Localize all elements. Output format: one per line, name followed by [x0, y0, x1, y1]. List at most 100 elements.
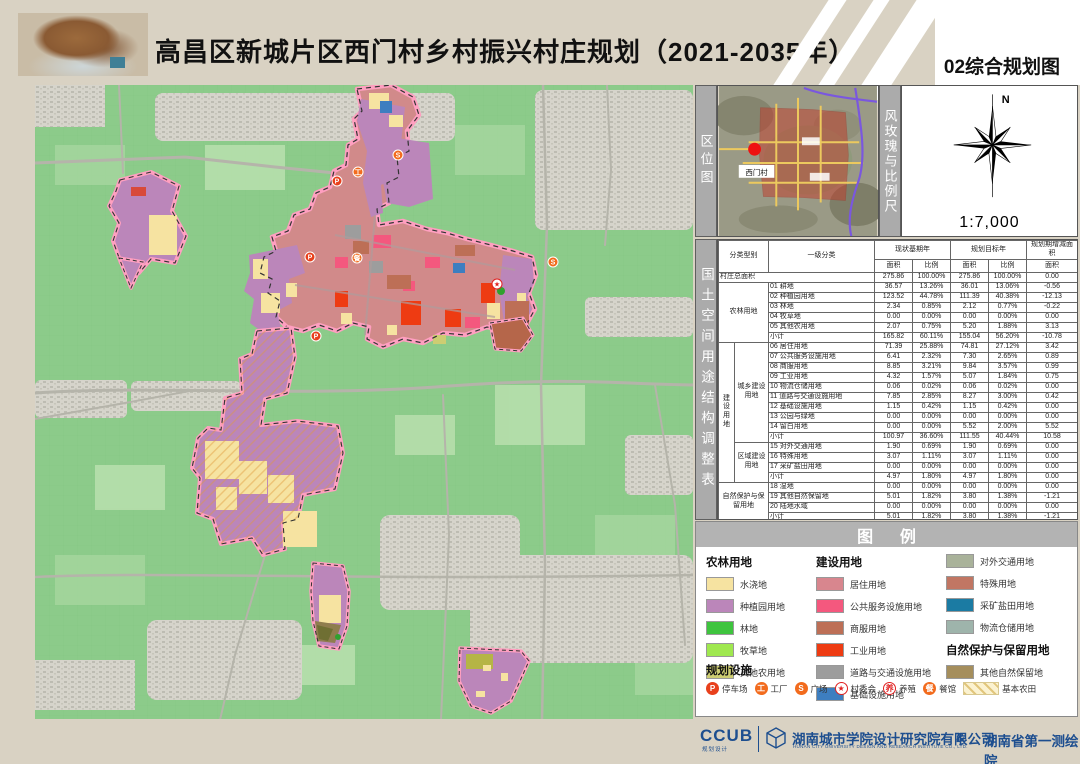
table-cell: 0.00%: [913, 422, 951, 432]
table-cell: 25.88%: [913, 342, 951, 352]
table-cell: 0.00%: [989, 412, 1027, 422]
table-cell: 7.30: [951, 352, 989, 362]
table-cell: 0.00: [1027, 452, 1078, 462]
map-facility-marker-glyph: S: [551, 260, 556, 267]
table-cell: 6.41: [875, 352, 913, 362]
table-row: 农林用地01 耕地36.5713.26%36.0113.06%-0.56: [719, 282, 1078, 292]
table-cell: 5.01: [875, 492, 913, 502]
table-cell: 10.58: [1027, 432, 1078, 442]
landuse-table-panel: 分类型别一级分类现状基期年规划目标年规划期增减面积面积比例面积比例面积村庄总面积…: [717, 239, 1078, 520]
table-cell: 城乡建设用地: [735, 342, 769, 442]
table-cell: -12.13: [1027, 292, 1078, 302]
legend-item: 公共服务设施用地: [816, 599, 966, 613]
table-cell: 面积: [951, 259, 989, 272]
table-cell: 现状基期年: [875, 241, 951, 260]
table-cell: 0.00%: [989, 312, 1027, 322]
table-cell: 1.11%: [913, 452, 951, 462]
footer: CCUB 规划设计 湖南城市学院设计研究院有限公司 HUNAN CITY UNI…: [0, 719, 1080, 764]
facility-icon: [963, 682, 999, 695]
map-facility-marker-glyph: S: [396, 153, 401, 160]
legend-swatch: [706, 621, 734, 635]
planning-map: S工PP餐★SP: [35, 85, 693, 720]
table-cell: 1.80%: [913, 472, 951, 482]
location-map: 西门村: [717, 85, 879, 237]
table-cell: 3.42: [1027, 342, 1078, 352]
legend-swatch: [706, 577, 734, 591]
legend-item-label: 道路与交通设施用地: [850, 666, 931, 679]
facility-icon: 餐: [923, 682, 936, 695]
table-cell: 03 林地: [769, 302, 875, 312]
table-cell: 1.15: [951, 402, 989, 412]
ccub-logo: CCUB: [700, 726, 753, 746]
table-cell: 0.00: [875, 462, 913, 472]
facility-icon: P: [706, 682, 719, 695]
map-facility-marker-glyph: 工: [355, 169, 362, 177]
facility-label: 餐馆: [939, 683, 956, 695]
facility-item: P停车场: [706, 682, 748, 695]
table-cell: 面积: [875, 259, 913, 272]
table-cell: 0.00: [875, 312, 913, 322]
table-cell: 规划期增减面积: [1027, 241, 1078, 260]
village-label: 西门村: [745, 168, 768, 177]
table-cell: 0.00: [1027, 472, 1078, 482]
legend-item-label: 物流仓储用地: [980, 621, 1034, 634]
table-cell: 4.32: [875, 372, 913, 382]
table-cell: 0.06: [875, 382, 913, 392]
ampersand: &: [956, 730, 965, 745]
table-cell: 0.00%: [913, 312, 951, 322]
table-cell: 3.00%: [989, 392, 1027, 402]
table-cell: 40.38%: [989, 292, 1027, 302]
table-cell: 74.81: [951, 342, 989, 352]
table-cell: 0.00: [951, 502, 989, 512]
table-cell: 111.55: [951, 432, 989, 442]
table-cell: 面积: [1027, 259, 1078, 272]
table-row: 02 种植园用地123.5244.78%111.3940.38%-12.13: [719, 292, 1078, 302]
table-cell: 0.00: [1027, 402, 1078, 412]
table-cell: -0.56: [1027, 282, 1078, 292]
table-cell: 13 公园与绿地: [769, 412, 875, 422]
legend-item: 商服用地: [816, 621, 966, 635]
table-row: 11 道路与交通设施用地7.852.85%8.273.00%0.42: [719, 392, 1078, 402]
table-cell: 11 道路与交通设施用地: [769, 392, 875, 402]
table-cell: 3.07: [951, 452, 989, 462]
legend-group-name: 建设用地: [816, 554, 966, 570]
table-cell: 44.78%: [913, 292, 951, 302]
cube-logo-icon: [764, 726, 788, 750]
table-cell: 村庄总面积: [719, 272, 875, 282]
table-cell: 56.20%: [989, 332, 1027, 342]
table-row: 小计4.971.80%4.971.80%0.00: [719, 472, 1078, 482]
footer-divider: [758, 726, 759, 752]
table-cell: 0.69%: [989, 442, 1027, 452]
table-cell: 0.00: [1027, 502, 1078, 512]
table-row: 13 公园与绿地0.000.00%0.000.00%0.00: [719, 412, 1078, 422]
table-cell: 2.65%: [989, 352, 1027, 362]
table-row: 05 其他农用地2.070.75%5.201.88%3.13: [719, 322, 1078, 332]
facility-icon: 工: [755, 682, 768, 695]
table-cell: 4.97: [875, 472, 913, 482]
legend-item: 种植园用地: [706, 599, 808, 613]
table-row: 14 留白用地0.000.00%5.522.00%5.52: [719, 422, 1078, 432]
legend-item-label: 种植园用地: [740, 600, 785, 613]
legend-item-label: 商服用地: [850, 622, 886, 635]
table-cell: 2.12: [951, 302, 989, 312]
facility-icon: S: [795, 682, 808, 695]
table-cell: 0.00: [875, 482, 913, 492]
table-cell: 农林用地: [719, 282, 769, 342]
map-facility-marker-glyph: 餐: [353, 254, 362, 263]
table-cell: 275.86: [875, 272, 913, 282]
table-cell: 2.34: [875, 302, 913, 312]
table-row: 19 其他自然保留地5.011.82%3.801.38%-1.21: [719, 492, 1078, 502]
table-cell: 0.69%: [913, 442, 951, 452]
map-facility-marker-glyph: P: [335, 179, 340, 186]
legend-swatch: [946, 620, 974, 634]
table-cell: 5.07: [951, 372, 989, 382]
table-cell: 5.52: [1027, 422, 1078, 432]
table-cell: 01 耕地: [769, 282, 875, 292]
table-cell: 0.06: [951, 382, 989, 392]
village-location-dot: [748, 143, 761, 156]
legend-item: 对外交通用地: [946, 554, 1072, 568]
table-cell: 36.60%: [913, 432, 951, 442]
table-cell: 2.00%: [989, 422, 1027, 432]
table-cell: 4.97: [951, 472, 989, 482]
table-header-row: 分类型别一级分类现状基期年规划目标年规划期增减面积: [719, 241, 1078, 260]
